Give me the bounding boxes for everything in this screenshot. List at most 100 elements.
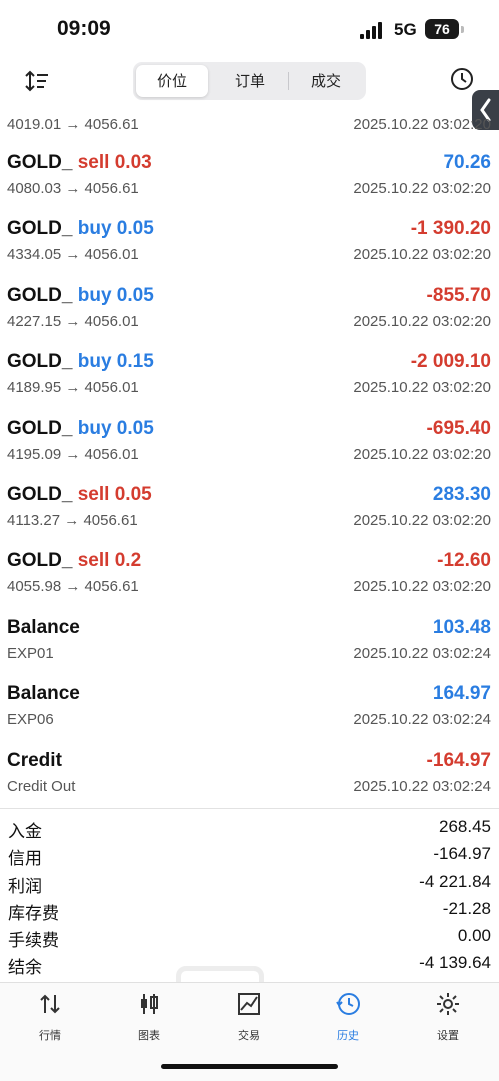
symbol-name: GOLD_ — [7, 218, 73, 240]
deal-row[interactable]: Credit -164.97 Credit Out 2025.10.22 03:02:… — [0, 736, 499, 802]
battery-icon: 76 — [425, 19, 459, 39]
deal-symbol: GOLD_ sell 0.03 — [7, 152, 152, 174]
summary-row: 入金 268.45 — [0, 815, 499, 842]
symbol-name: Credit — [7, 749, 62, 771]
deal-row[interactable]: GOLD_ sell 0.03 70.26 4080.03 → 4056.61 202… — [0, 138, 499, 204]
deal-row[interactable]: GOLD_ sell 0.2 -12.60 4055.98 → 4056.61 202… — [0, 536, 499, 602]
deal-timestamp: 2025.10.22 03:02:20 — [353, 116, 491, 133]
battery-tip — [461, 26, 464, 33]
tab-settings-label: 设置 — [437, 1029, 459, 1042]
signal-icon — [360, 22, 382, 39]
tab-quotes[interactable]: 行情 — [10, 991, 90, 1043]
summary-row: 利润 -4 221.84 — [0, 870, 499, 897]
summary-value: -4 139.64 — [419, 953, 491, 973]
symbol-name: GOLD_ — [7, 351, 73, 373]
symbol-name: Balance — [7, 683, 80, 705]
deal-prices: EXP06 — [7, 711, 54, 729]
deal-profit: -1 390.20 — [410, 218, 491, 240]
deal-row[interactable]: GOLD_ buy 0.15 -2 009.10 4189.95 → 4056.01… — [0, 337, 499, 403]
deal-volume: 0.05 — [116, 417, 154, 439]
home-indicator — [161, 1064, 338, 1069]
deal-symbol: GOLD_ sell 0.2 — [7, 550, 141, 572]
tab-deals[interactable]: 成交 — [289, 65, 363, 97]
deal-side: sell — [77, 152, 110, 173]
deal-symbol: Balance — [7, 683, 80, 705]
deal-side: sell — [77, 483, 110, 505]
deal-timestamp: 2025.10.22 03:02:20 — [353, 445, 491, 463]
deal-volume: 0.03 — [114, 152, 152, 173]
summary-row: 库存费 -21.28 — [0, 897, 499, 924]
deal-prices: 4019.01 → 4056.61 — [7, 116, 139, 133]
tab-price[interactable]: 价位 — [136, 65, 208, 97]
trade-chart-icon — [238, 993, 260, 1015]
symbol-name: GOLD_ — [7, 483, 73, 505]
summary-label: 入金 — [8, 822, 42, 842]
deal-symbol: GOLD_ buy 0.05 — [7, 218, 154, 240]
tab-quotes-label: 行情 — [39, 1029, 61, 1042]
tab-history-label: 历史 — [337, 1029, 359, 1042]
deal-profit: 283.30 — [432, 483, 491, 505]
summary-value: -164.97 — [433, 844, 491, 864]
status-time: 09:09 — [57, 17, 111, 40]
deal-row[interactable]: Balance 103.48 EXP01 2025.10.22 03:02:24 — [0, 603, 499, 669]
tab-orders[interactable]: 订单 — [212, 65, 288, 97]
deal-symbol: GOLD_ buy 0.05 — [7, 418, 154, 440]
gear-icon — [437, 993, 459, 1015]
deal-side: buy — [77, 417, 112, 439]
deal-row[interactable]: GOLD_ buy 0.05 -695.40 4195.09 → 4056.01 20… — [0, 404, 499, 470]
deal-volume: 0.05 — [116, 218, 154, 240]
deal-prices: 4113.27 → 4056.61 — [7, 511, 138, 529]
deal-symbol: GOLD_ buy 0.15 — [7, 351, 154, 373]
deal-row[interactable]: GOLD_ buy 0.05 -1 390.20 4334.05 → 4056.01… — [0, 204, 499, 270]
deal-side: sell — [77, 550, 110, 572]
deal-timestamp: 2025.10.22 03:02:24 — [353, 711, 491, 729]
network-type: 5G — [394, 20, 417, 39]
tab-charts-label: 图表 — [138, 1029, 160, 1042]
deal-prices: Credit Out — [7, 777, 76, 795]
tab-trade[interactable]: 交易 — [209, 991, 289, 1043]
summary-row: 手续费 0.00 — [0, 924, 499, 951]
deal-timestamp: 2025.10.22 03:02:20 — [353, 246, 491, 264]
summary-label: 信用 — [8, 849, 42, 870]
deal-profit: -12.60 — [437, 550, 491, 572]
deal-symbol: GOLD_ buy 0.05 — [7, 285, 154, 307]
deal-timestamp: 2025.10.22 03:02:20 — [353, 511, 491, 529]
deal-prices: 4227.15 → 4056.01 — [7, 312, 139, 330]
tab-history[interactable]: 历史 — [308, 991, 388, 1043]
tab-settings[interactable]: 设置 — [408, 991, 488, 1043]
deal-timestamp: 2025.10.22 03:02:20 — [353, 578, 491, 596]
deal-timestamp: 2025.10.22 03:02:20 — [353, 180, 491, 197]
deal-row[interactable]: 4019.01 → 4056.61 2025.10.22 03:02:20 — [0, 104, 499, 138]
summary-value: 268.45 — [439, 817, 491, 836]
deal-profit: -2 009.10 — [410, 351, 491, 373]
history-period-icon[interactable] — [449, 66, 475, 92]
sort-icon[interactable] — [24, 68, 50, 94]
deal-prices: 4334.05 → 4056.01 — [7, 246, 139, 264]
deal-profit: 70.26 — [443, 152, 491, 173]
deal-symbol: Credit — [7, 750, 62, 772]
symbol-name: GOLD_ — [7, 417, 73, 439]
symbol-name: GOLD_ — [7, 550, 73, 572]
deal-row[interactable]: Balance 164.97 EXP06 2025.10.22 03:02:24 — [0, 669, 499, 735]
segmented-control: 价位 订单 成交 — [133, 62, 366, 100]
deal-prices: 4055.98 → 4056.61 — [7, 578, 139, 596]
summary-label: 结余 — [8, 958, 42, 979]
symbol-name: Balance — [7, 616, 80, 638]
deal-prices: 4195.09 → 4056.01 — [7, 445, 139, 463]
summary-panel: 入金 268.45 信用 -164.97 利润 -4 221.84 库存费 -21.28 手续费… — [0, 808, 499, 979]
deal-timestamp: 2025.10.22 03:02:20 — [353, 379, 491, 397]
deal-timestamp: 2025.10.22 03:02:24 — [353, 644, 491, 662]
tab-charts[interactable]: 图表 — [109, 991, 189, 1043]
deal-timestamp: 2025.10.22 03:02:24 — [353, 777, 491, 795]
summary-label: 利润 — [8, 876, 42, 897]
deals-list: 4019.01 → 4056.61 2025.10.22 03:02:20 GOLD… — [0, 104, 499, 802]
deal-row[interactable]: GOLD_ sell 0.05 283.30 4113.27 → 4056.61 20… — [0, 470, 499, 536]
deal-profit: 103.48 — [432, 616, 491, 638]
deal-side: buy — [77, 351, 112, 373]
top-toolbar: 价位 订单 成交 — [0, 60, 499, 104]
deal-timestamp: 2025.10.22 03:02:20 — [353, 312, 491, 330]
deal-prices: EXP01 — [7, 644, 54, 662]
deal-profit: -855.70 — [426, 284, 491, 306]
summary-value: -21.28 — [442, 898, 491, 918]
deal-row[interactable]: GOLD_ buy 0.05 -855.70 4227.15 → 4056.01 20… — [0, 271, 499, 337]
